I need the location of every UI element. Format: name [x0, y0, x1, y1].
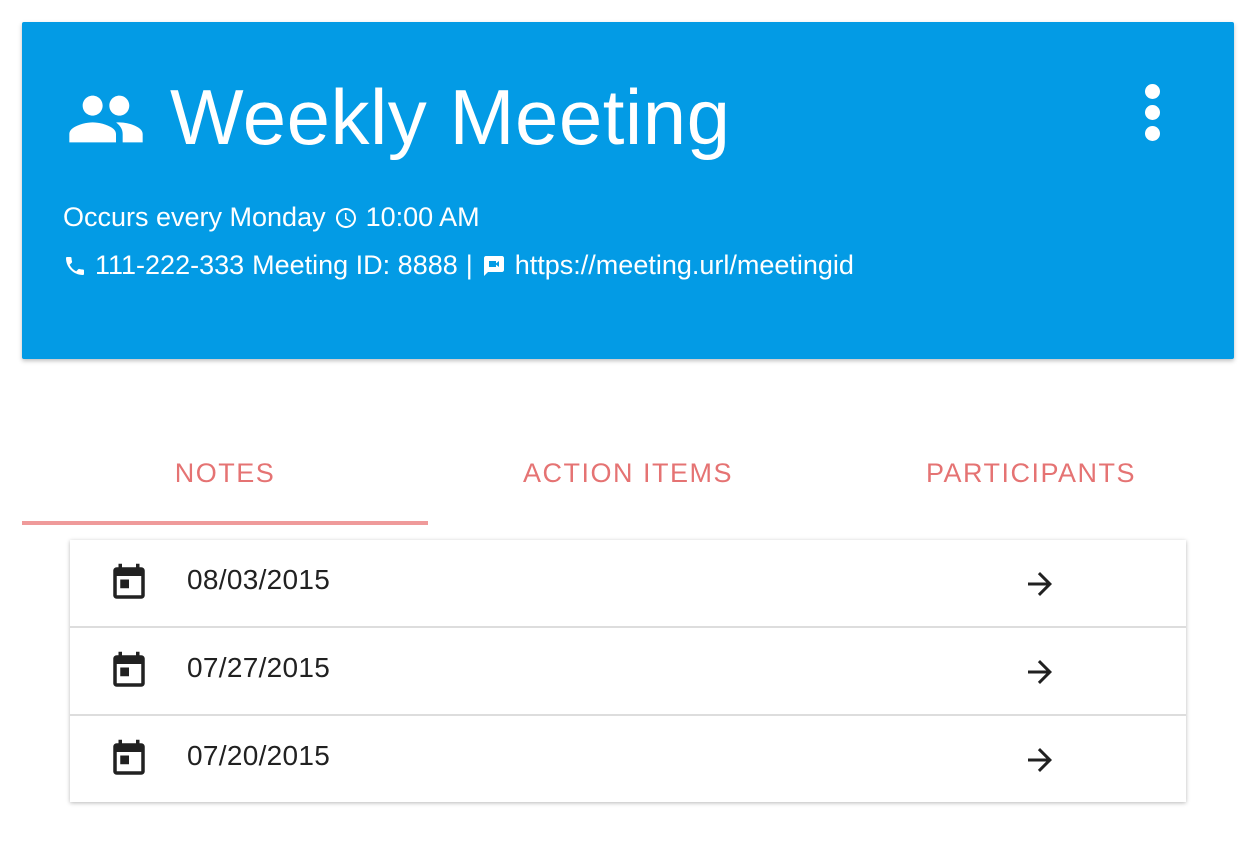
tab-action-items[interactable]: ACTION ITEMS: [425, 440, 831, 526]
more-vert-icon-dot: [1144, 125, 1160, 141]
schedule-line: Occurs every Monday 10:00 AM: [63, 202, 480, 233]
arrow-forward-icon[interactable]: [1020, 654, 1060, 690]
video-icon: [483, 255, 504, 276]
note-date: 07/20/2015: [187, 740, 331, 771]
phone-icon: [66, 256, 84, 275]
arrow-forward-icon[interactable]: [1020, 566, 1060, 602]
more-vert-icon: [1144, 83, 1160, 99]
phone-number: 111-222-333: [95, 250, 245, 280]
people-icon: [69, 95, 143, 143]
note-date: 08/03/2015: [187, 564, 331, 595]
separator: |: [465, 250, 473, 280]
calendar-icon: [113, 651, 145, 687]
meeting-title: Weekly Meeting: [170, 73, 731, 161]
meeting-time: 10:00 AM: [365, 202, 480, 232]
list-item[interactable]: 07/20/2015: [70, 716, 1186, 802]
calendar-icon: [113, 563, 145, 599]
calendar-icon: [113, 739, 145, 775]
notes-list: 08/03/2015 07/27/2015 07/20/2015: [70, 540, 1186, 802]
tab-participants[interactable]: PARTICIPANTS: [828, 440, 1234, 526]
list-item[interactable]: 07/27/2015: [70, 628, 1186, 716]
meeting-header-card: Weekly Meeting Occurs every Monday 10:00…: [22, 22, 1234, 359]
meeting-id: Meeting ID: 8888: [252, 250, 458, 280]
arrow-forward-icon[interactable]: [1020, 742, 1060, 778]
list-item[interactable]: 08/03/2015: [70, 540, 1186, 628]
note-date: 07/27/2015: [187, 652, 331, 683]
schedule-text: Occurs every Monday: [63, 202, 326, 232]
meeting-url-link[interactable]: https://meeting.url/meetingid: [515, 250, 854, 281]
more-vert-icon-dot: [1144, 104, 1160, 120]
tab-bar: NOTES ACTION ITEMS PARTICIPANTS: [22, 440, 1234, 526]
more-menu-button[interactable]: [1132, 74, 1172, 150]
active-tab-indicator: [22, 521, 428, 525]
tab-notes[interactable]: NOTES: [22, 440, 428, 526]
clock-icon: [335, 207, 356, 228]
dial-in-line: 111-222-333 Meeting ID: 8888 | https://m…: [63, 250, 854, 281]
title-row: Weekly Meeting: [66, 72, 730, 162]
